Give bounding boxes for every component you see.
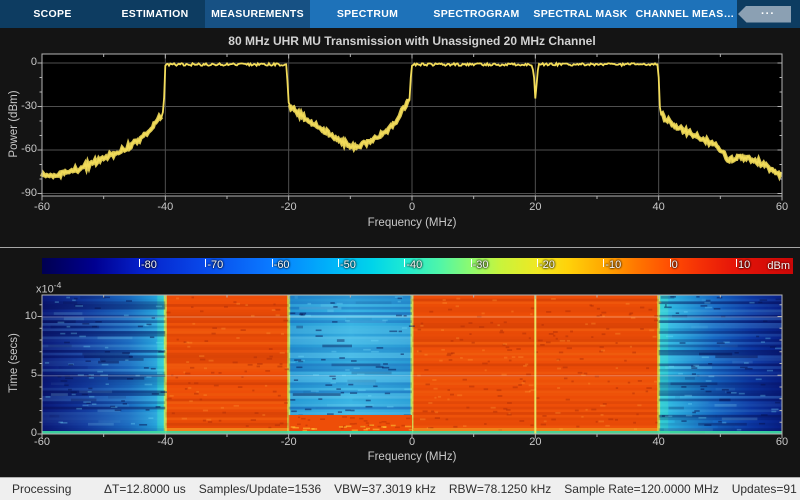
colorbar-unit-label: dBm <box>745 260 790 272</box>
status-bar: Processing ΔT=12.8000 us Samples/Update=1… <box>0 477 800 500</box>
toolstrip-tab-bar: SCOPEESTIMATIONMEASUREMENTSSPECTRUMSPECT… <box>0 0 800 28</box>
tab-measurements[interactable]: MEASUREMENTS <box>205 0 310 28</box>
status-stat: VBW=37.3019 kHz <box>334 482 436 496</box>
status-stat: Updates=91 <box>732 482 797 496</box>
status-stats: ΔT=12.8000 us Samples/Update=1536 VBW=37.3… <box>104 482 800 496</box>
spectrum-x-axis-label: Frequency (MHz) <box>42 217 782 229</box>
status-stat: Samples/Update=1536 <box>199 482 321 496</box>
spectrogram-y-axis-label: Time (secs) <box>8 293 20 433</box>
spectrum-analyzer-window: SCOPEESTIMATIONMEASUREMENTSSPECTRUMSPECT… <box>0 0 800 500</box>
spectrum-title: 80 MHz UHR MU Transmission with Unassign… <box>42 34 782 48</box>
status-state: Processing <box>12 482 71 496</box>
tab-estimation[interactable]: ESTIMATION <box>105 0 205 28</box>
exponent-value: -4 <box>54 280 62 290</box>
spectrum-y-axis-label: Power (dBm) <box>8 54 20 194</box>
plots-canvas[interactable] <box>0 0 800 500</box>
tab-spectrum[interactable]: SPECTRUM <box>310 0 425 28</box>
tab-scope[interactable]: SCOPE <box>0 0 105 28</box>
tab-spectrogram[interactable]: SPECTROGRAM <box>425 0 528 28</box>
spectrogram-x-axis-label: Frequency (MHz) <box>42 451 782 463</box>
status-stat: Sample Rate=120.0000 MHz <box>564 482 718 496</box>
panel-divider <box>0 247 800 248</box>
time-axis-exponent-label: x10-4 <box>36 280 61 296</box>
exponent-prefix: x10 <box>36 284 54 296</box>
toolstrip-collapse-button[interactable]: ··· <box>738 6 791 23</box>
status-stat: ΔT=12.8000 us <box>104 482 186 496</box>
tab-spectral-mask[interactable]: SPECTRAL MASK <box>528 0 633 28</box>
colorbar-gradient <box>42 258 793 274</box>
toolstrip-overflow-zone: ··· <box>737 0 800 28</box>
status-stat: RBW=78.1250 kHz <box>449 482 551 496</box>
tab-channel-meas[interactable]: CHANNEL MEAS… <box>633 0 737 28</box>
